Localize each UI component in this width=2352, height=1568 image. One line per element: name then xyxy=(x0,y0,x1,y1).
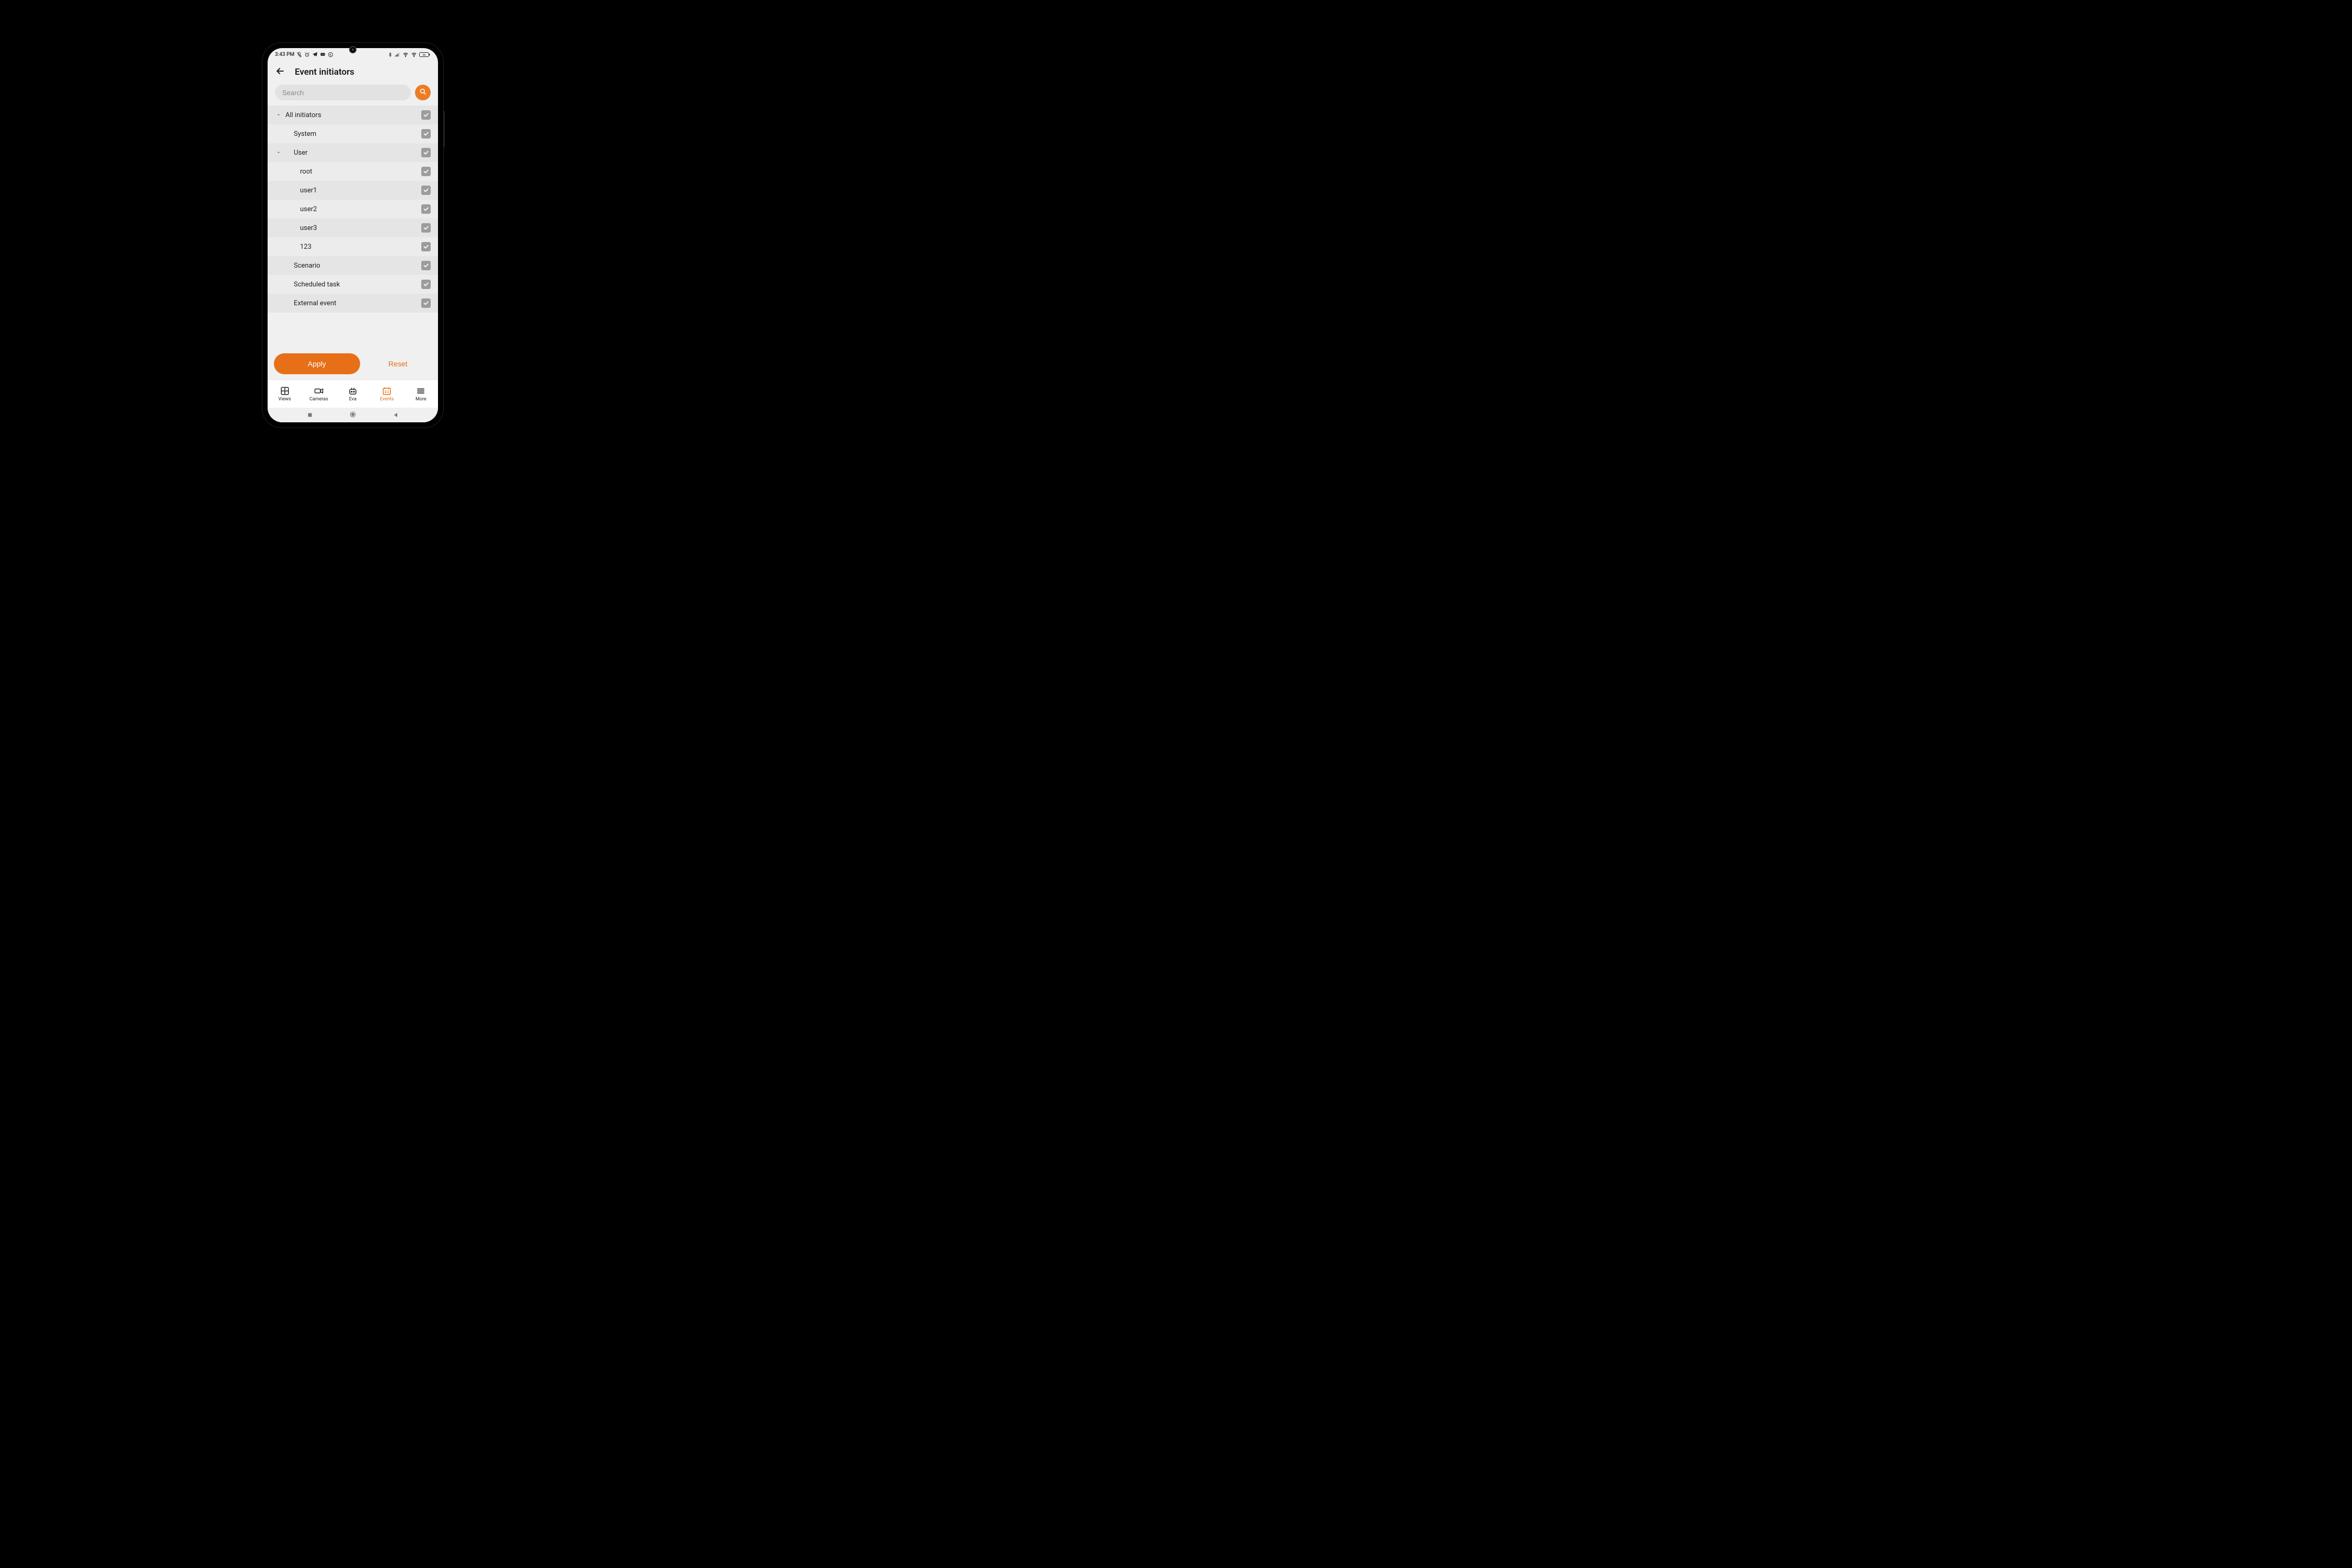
phone-notch xyxy=(349,46,356,53)
nav-label: Eva xyxy=(349,397,356,402)
status-right: 66 xyxy=(388,52,431,57)
checkbox[interactable] xyxy=(421,298,431,308)
list-item[interactable]: user1 xyxy=(268,181,438,200)
list-item-label: All initiators xyxy=(284,111,421,119)
page-title: Event initiators xyxy=(295,67,354,77)
wifi-icon xyxy=(402,52,409,57)
events-icon xyxy=(382,386,391,396)
initiator-list: All initiators System User root user1 user2 us… xyxy=(268,106,438,348)
list-item[interactable]: root xyxy=(268,162,438,181)
screen: 3:43 PM xyxy=(268,48,438,422)
bottom-nav: Views Cameras Eva Events xyxy=(268,379,438,408)
chevron-down-icon[interactable] xyxy=(273,112,284,118)
list-item-label: System xyxy=(284,130,421,138)
bluetooth-icon xyxy=(388,52,393,57)
signal-icon xyxy=(395,52,400,57)
reset-button[interactable]: Reset xyxy=(367,353,429,374)
list-item[interactable]: 123 xyxy=(268,237,438,256)
list-item-label: user3 xyxy=(284,224,421,232)
eva-icon xyxy=(348,386,358,396)
status-time: 3:43 PM xyxy=(275,52,294,57)
nav-more[interactable]: More xyxy=(404,380,438,408)
checkbox[interactable] xyxy=(421,242,431,251)
checkbox[interactable] xyxy=(421,167,431,176)
search-button[interactable] xyxy=(415,85,431,100)
checkbox[interactable] xyxy=(421,280,431,289)
search-input[interactable] xyxy=(275,85,411,100)
nav-label: Views xyxy=(279,397,291,402)
list-item-label: 123 xyxy=(284,243,421,251)
telegram-icon xyxy=(312,52,318,57)
status-left: 3:43 PM xyxy=(275,52,333,57)
phone-frame: 3:43 PM xyxy=(262,43,443,428)
more-icon xyxy=(416,386,425,396)
back-button[interactable] xyxy=(275,66,285,78)
list-item[interactable]: External event xyxy=(268,294,438,313)
nav-label: More xyxy=(416,397,426,402)
nav-label: Events xyxy=(380,397,394,402)
list-item[interactable]: System xyxy=(268,124,438,143)
cameras-icon xyxy=(314,386,324,396)
alarm-icon xyxy=(304,52,310,57)
phone-side-button xyxy=(443,111,445,147)
svg-text:66: 66 xyxy=(423,54,426,57)
checkbox[interactable] xyxy=(421,129,431,139)
android-home-button[interactable] xyxy=(349,410,356,420)
search-bar xyxy=(268,83,438,106)
list-item-label: Scheduled task xyxy=(284,281,421,289)
list-item[interactable]: All initiators xyxy=(268,106,438,124)
android-nav-bar xyxy=(268,408,438,422)
action-bar: Apply Reset xyxy=(268,348,438,379)
android-back-button[interactable] xyxy=(393,410,399,420)
list-item[interactable]: user3 xyxy=(268,218,438,237)
android-recents-button[interactable] xyxy=(307,410,313,420)
mute-icon xyxy=(296,52,302,57)
checkbox[interactable] xyxy=(421,186,431,195)
list-item-label: Scenario xyxy=(284,262,421,270)
apply-button[interactable]: Apply xyxy=(274,353,360,374)
list-item-label: user2 xyxy=(284,205,421,213)
nav-cameras[interactable]: Cameras xyxy=(302,380,336,408)
list-item-label: root xyxy=(284,168,421,176)
nav-events[interactable]: Events xyxy=(370,380,404,408)
list-item[interactable]: User xyxy=(268,143,438,162)
list-item-label: user1 xyxy=(284,187,421,194)
list-item[interactable]: Scenario xyxy=(268,256,438,275)
nav-views[interactable]: Views xyxy=(268,380,302,408)
chat-icon xyxy=(320,52,326,57)
checkbox[interactable] xyxy=(421,148,431,157)
search-icon xyxy=(419,88,427,97)
checkbox[interactable] xyxy=(421,204,431,214)
checkbox[interactable] xyxy=(421,110,431,120)
nav-label: Cameras xyxy=(309,397,328,402)
nav-eva[interactable]: Eva xyxy=(336,380,370,408)
battery-icon: 66 xyxy=(419,52,431,57)
checkbox[interactable] xyxy=(421,261,431,270)
wifi-icon-2 xyxy=(411,52,417,57)
list-item[interactable]: Scheduled task xyxy=(268,275,438,294)
list-item-label: User xyxy=(284,149,421,157)
list-item-label: External event xyxy=(284,299,421,307)
chevron-down-icon[interactable] xyxy=(273,150,284,155)
checkbox[interactable] xyxy=(421,223,431,233)
views-icon xyxy=(280,386,290,396)
list-item[interactable]: user2 xyxy=(268,200,438,218)
whatsapp-icon xyxy=(328,52,333,57)
header: Event initiators xyxy=(268,61,438,83)
